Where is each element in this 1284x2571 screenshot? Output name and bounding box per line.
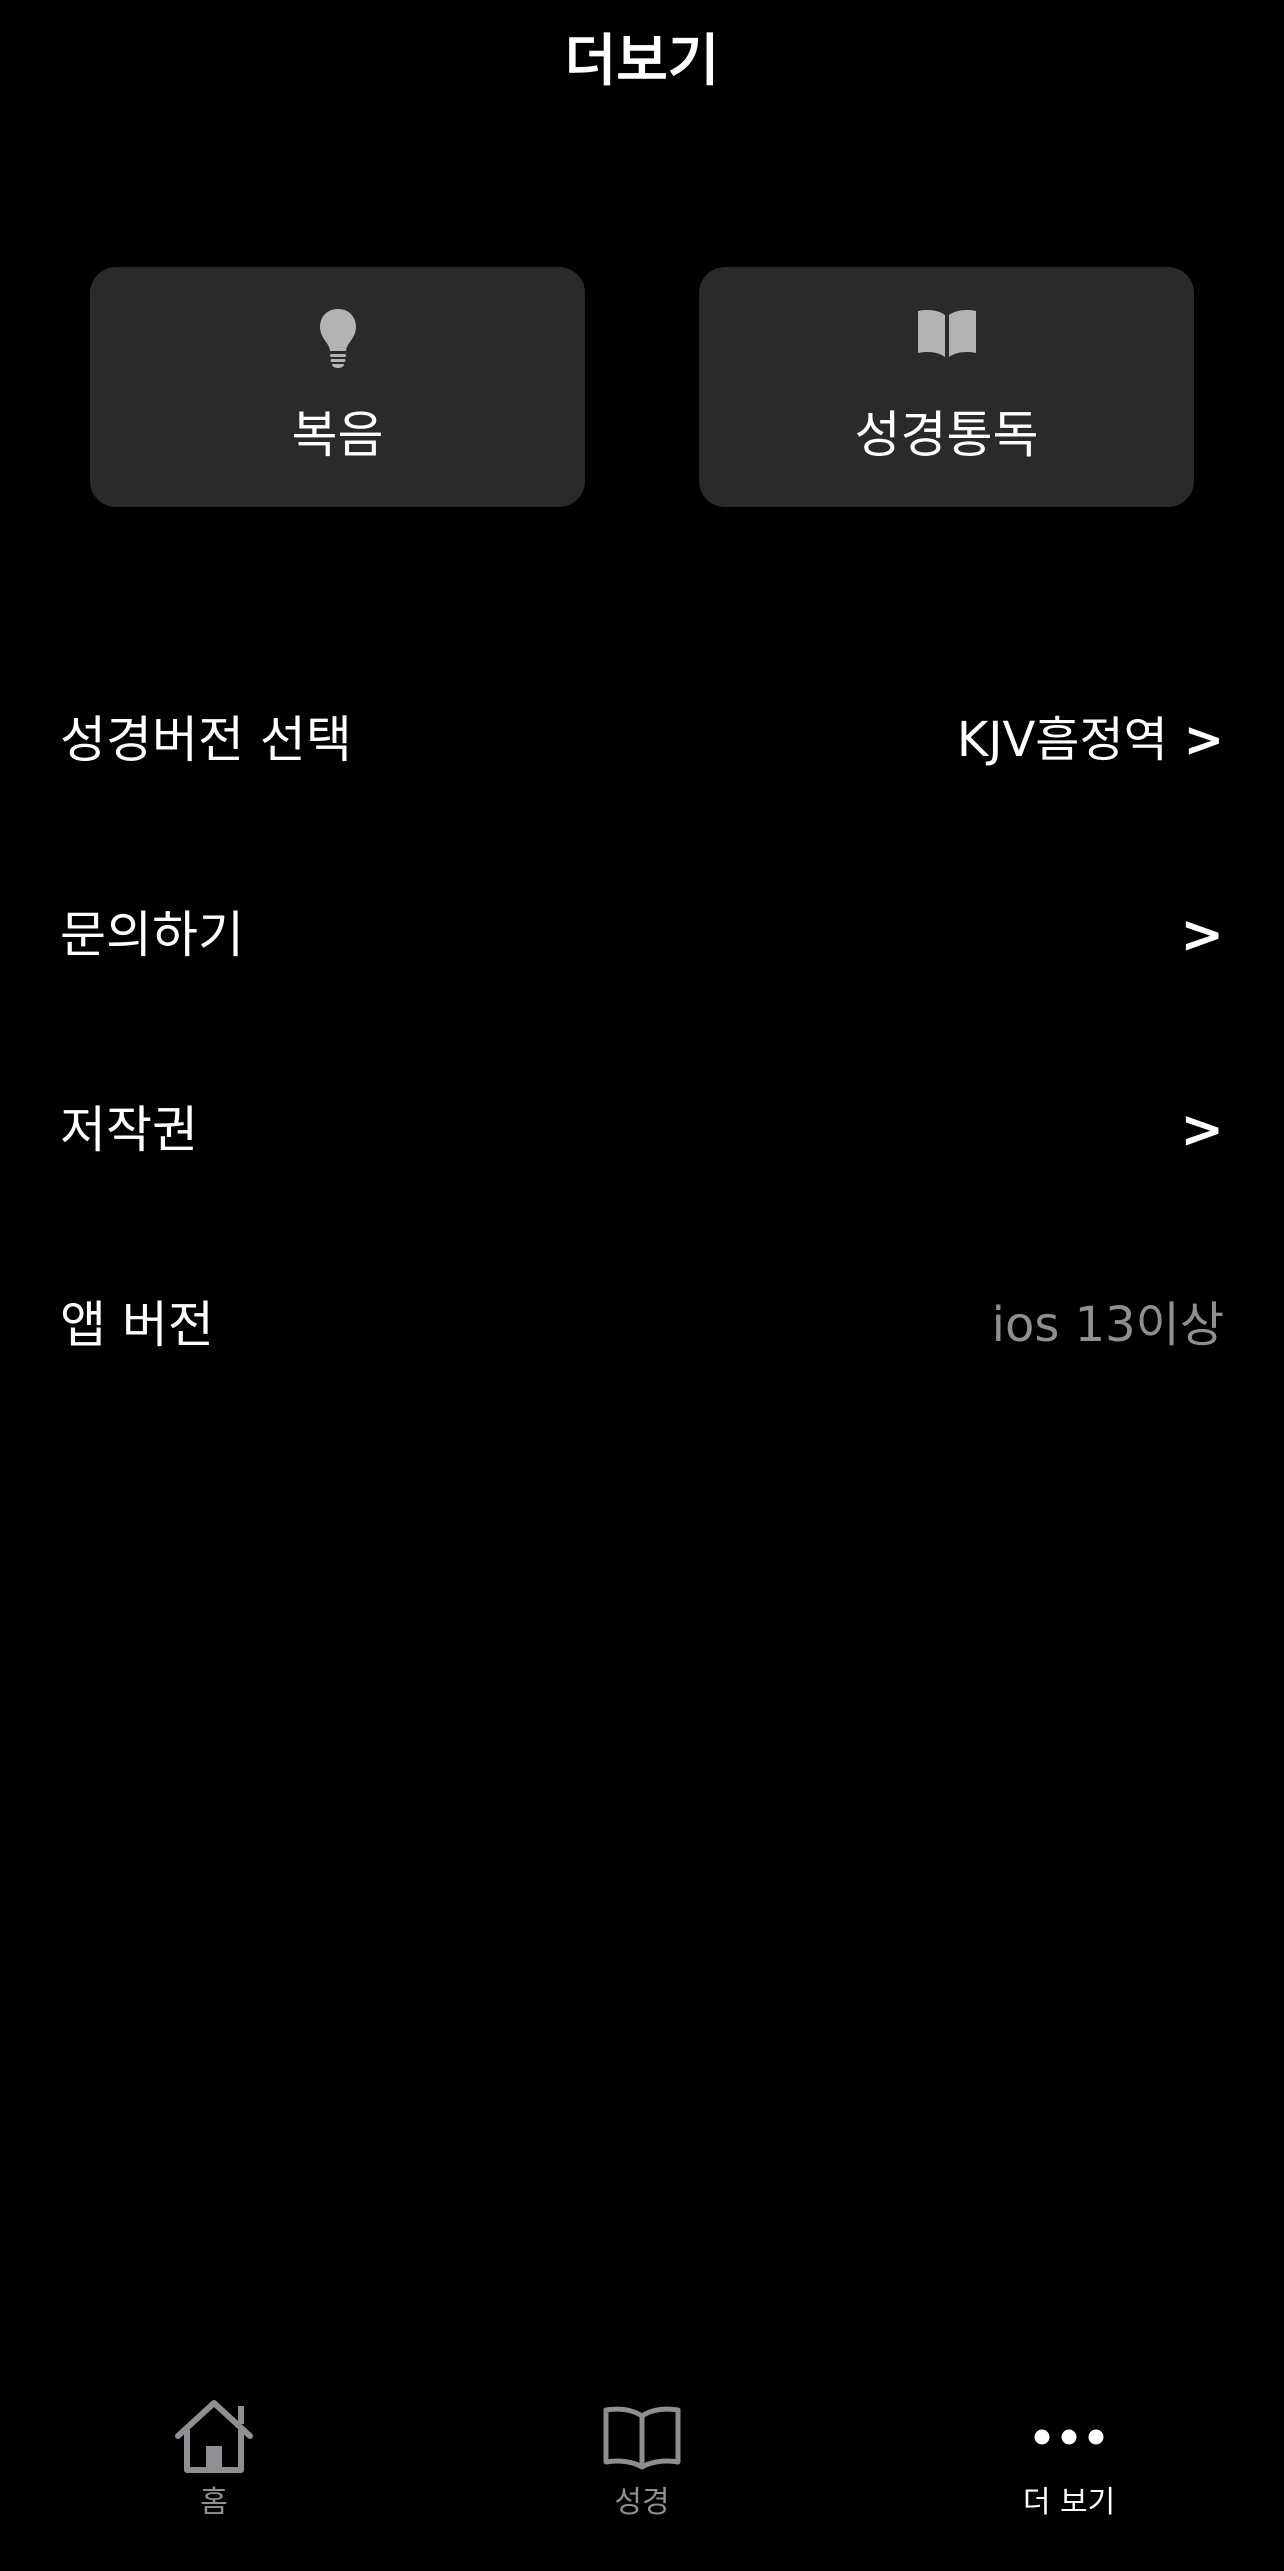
tab-bible-label: 성경 [614, 2485, 670, 2520]
bible-reading-card[interactable]: 성경통독 [699, 267, 1194, 507]
bible-version-value: KJV흠정역 [956, 712, 1168, 768]
home-icon [172, 2395, 256, 2479]
open-book-icon [699, 307, 1194, 357]
tab-bar: 홈 성경 더 보기 [0, 2395, 1284, 2535]
bible-version-row[interactable]: 성경버전 선택 KJV흠정역 > [60, 700, 1224, 780]
book-icon [602, 2395, 682, 2479]
inquiry-row[interactable]: 문의하기 > [60, 895, 1224, 975]
gospel-card-label: 복음 [291, 406, 384, 464]
bible-version-value-group: KJV흠정역 > [957, 710, 1224, 770]
gospel-card[interactable]: 복음 [90, 267, 585, 507]
tab-bible[interactable]: 성경 [522, 2395, 762, 2535]
tab-home[interactable]: 홈 [94, 2395, 334, 2535]
more-dots-icon [1034, 2395, 1104, 2479]
lightbulb-icon [90, 307, 585, 369]
app-version-label: 앱 버전 [60, 1296, 214, 1354]
inquiry-label: 문의하기 [60, 906, 244, 964]
chevron-right-icon: > [1180, 1100, 1224, 1160]
app-version-row: 앱 버전 ios 13이상 [60, 1285, 1224, 1365]
chevron-right-icon: > [1183, 712, 1224, 768]
chevron-right-icon: > [1180, 905, 1224, 965]
tab-more[interactable]: 더 보기 [949, 2395, 1189, 2535]
tab-more-label: 더 보기 [1022, 2485, 1116, 2520]
copyright-label: 저작권 [60, 1101, 198, 1159]
tab-home-label: 홈 [200, 2485, 228, 2520]
copyright-row[interactable]: 저작권 > [60, 1090, 1224, 1170]
page-title: 더보기 [564, 29, 720, 94]
bible-version-label: 성경버전 선택 [60, 711, 352, 769]
app-version-value: ios 13이상 [991, 1297, 1224, 1353]
bible-reading-card-label: 성경통독 [854, 406, 1039, 464]
